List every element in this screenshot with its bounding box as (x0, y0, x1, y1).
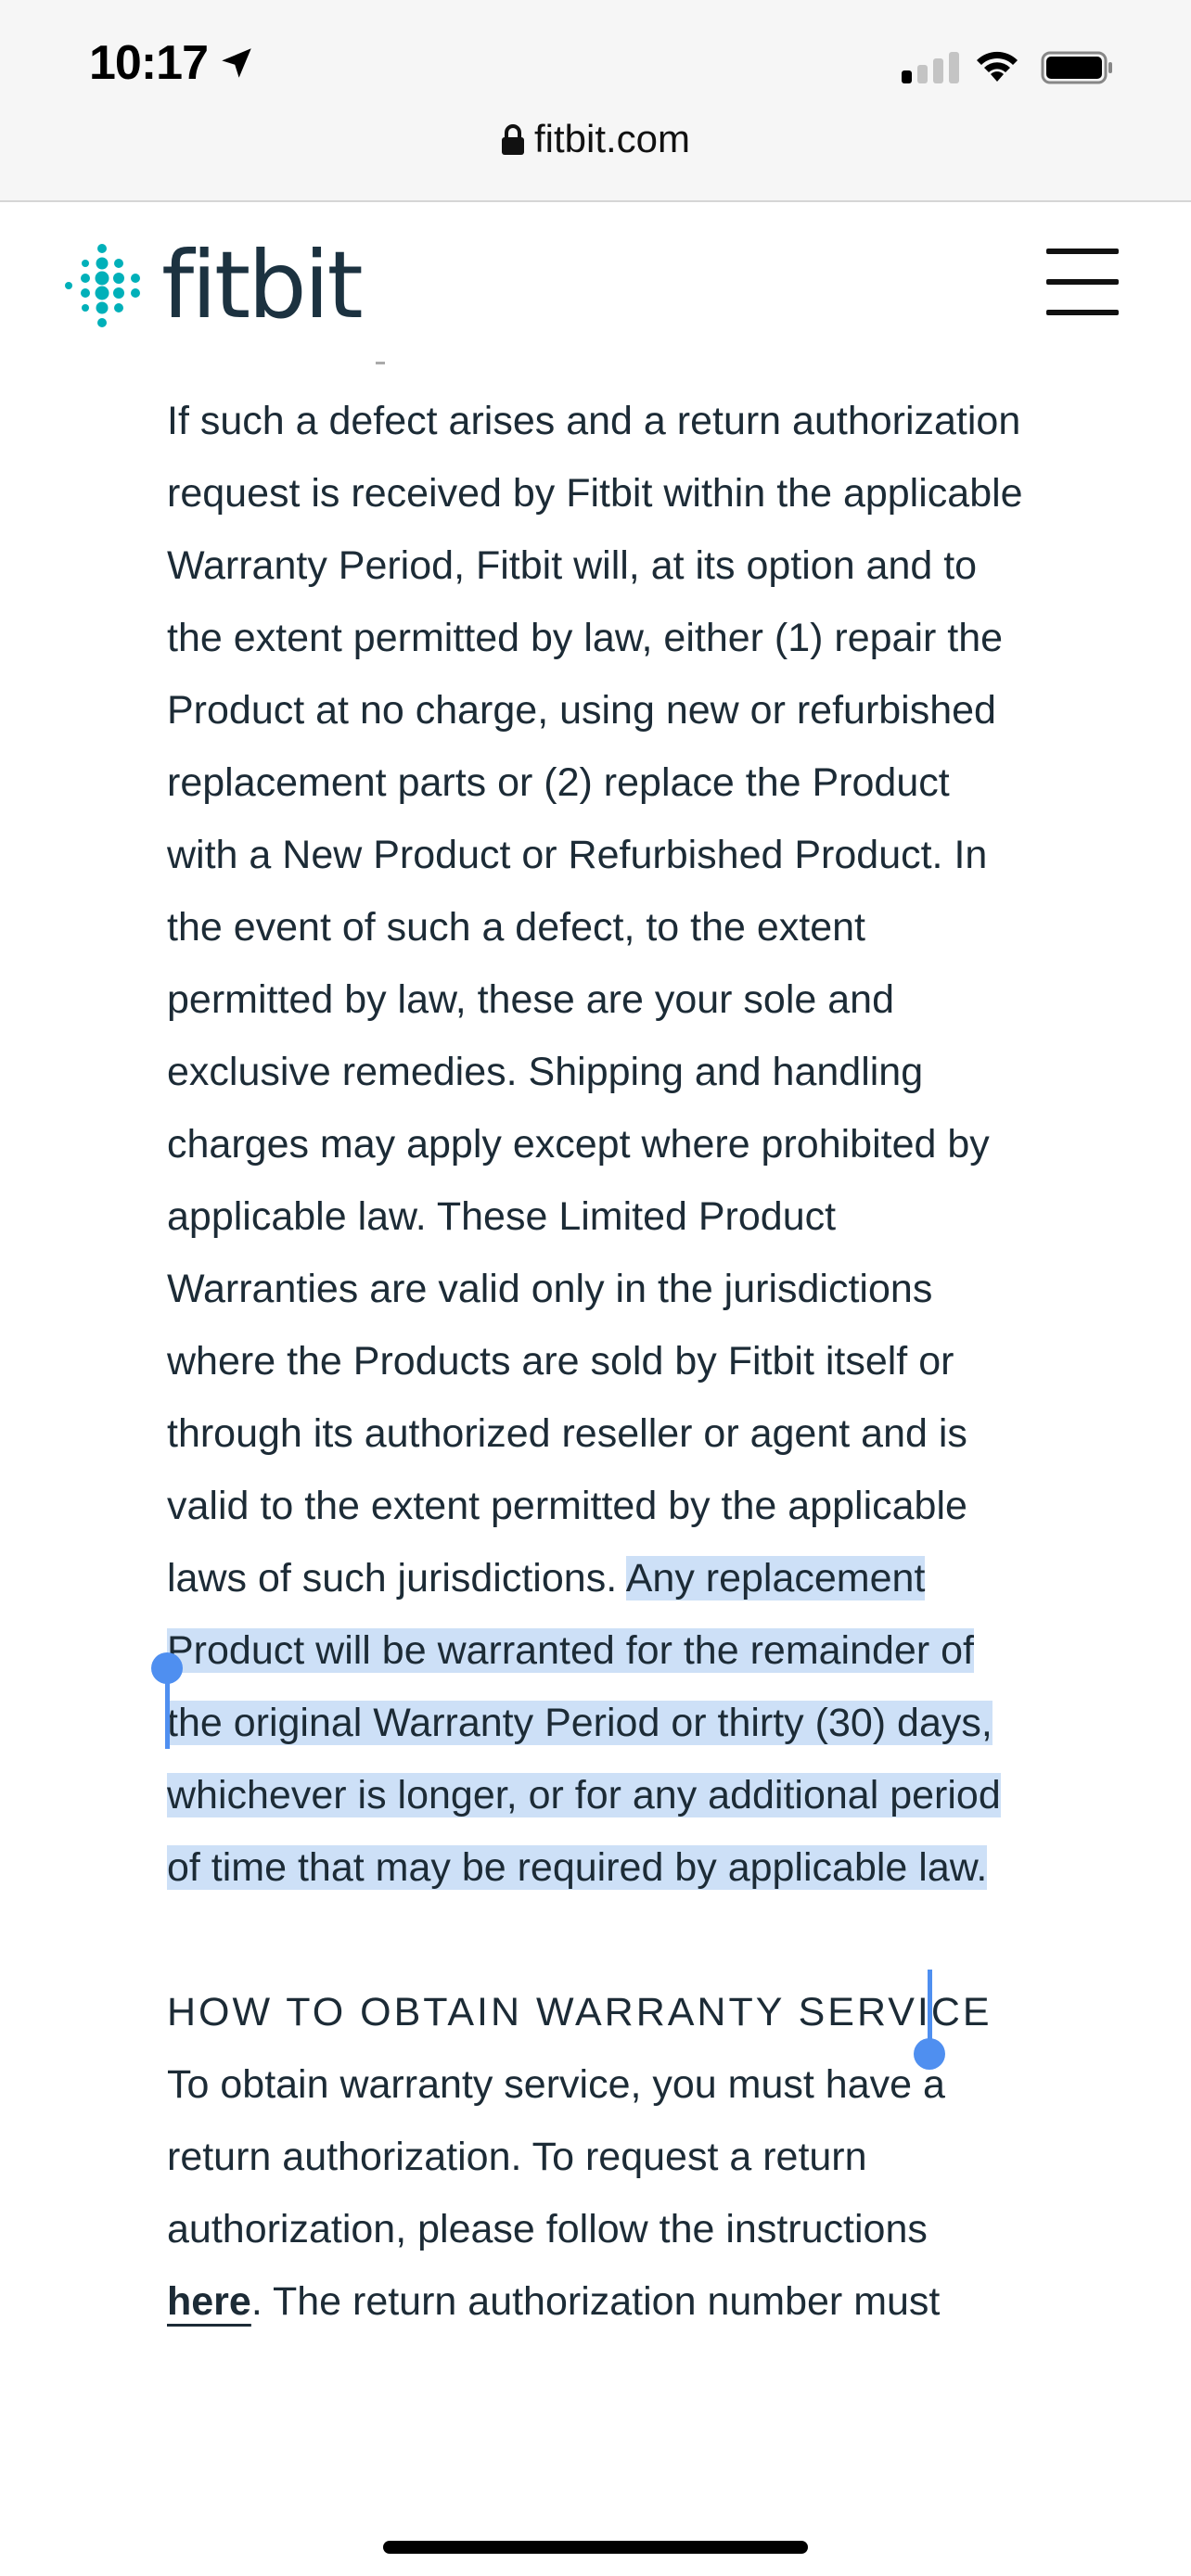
cellular-signal-icon (902, 52, 959, 83)
battery-icon (1041, 51, 1112, 84)
selection-start-bar (165, 1669, 170, 1749)
here-link[interactable]: here (167, 2279, 251, 2324)
location-arrow-icon (222, 48, 251, 78)
warranty-service-paragraph: To obtain warranty service, you must hav… (167, 2048, 1030, 2338)
paragraph-main-text: If such a defect arises and a return aut… (167, 399, 1023, 1600)
section-title: HOW TO OBTAIN WARRANTY SERVICE (167, 1990, 992, 2034)
status-time: 10:17 (89, 35, 256, 91)
browser-chrome: 10:17 fitbit.com (0, 0, 1191, 202)
warranty-paragraph: If such a defect arises and a return aut… (167, 385, 1030, 1904)
warranty-content: If such a defect arises and a return aut… (167, 385, 1030, 2338)
status-time-text: 10:17 (89, 36, 209, 90)
wifi-icon (977, 51, 1018, 82)
service-text: To obtain warranty service, you must hav… (167, 2062, 945, 2251)
divider (376, 362, 385, 364)
fitbit-logo-text: fitbit (161, 231, 364, 339)
selection-end-handle[interactable] (914, 2038, 945, 2070)
url-text: fitbit.com (533, 117, 691, 160)
address-bar[interactable]: fitbit.com (0, 117, 1191, 161)
fitbit-dots-icon (65, 244, 140, 327)
site-header: fitbit (0, 202, 1191, 360)
hamburger-menu-icon[interactable] (1046, 249, 1122, 315)
home-indicator[interactable] (383, 2541, 808, 2554)
fitbit-logo[interactable]: fitbit (58, 231, 364, 339)
service-text-after: . The return authorization number must (250, 2279, 941, 2324)
selected-text[interactable]: Any replacement Product will be warrante… (167, 1556, 1001, 1890)
lock-icon (501, 124, 524, 155)
